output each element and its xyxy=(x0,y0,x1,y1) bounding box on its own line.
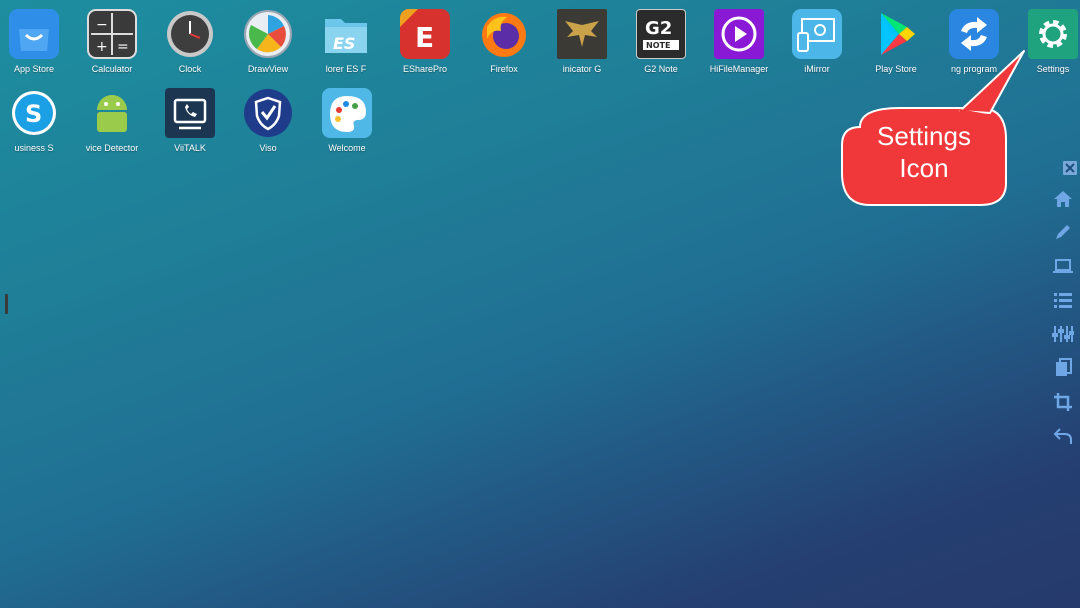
hifilemanager-app[interactable]: HiFileManager xyxy=(700,9,778,74)
settings-app[interactable]: Settings xyxy=(1014,9,1080,74)
android-icon xyxy=(87,88,137,138)
viitalk-app[interactable]: ViiTALK xyxy=(151,88,229,153)
gear-icon xyxy=(1028,9,1078,59)
viso-app[interactable]: Viso xyxy=(229,88,307,153)
equalizer-icon[interactable] xyxy=(1050,321,1076,347)
firefox-icon xyxy=(479,9,529,59)
app-label: Calculator xyxy=(91,64,133,74)
sync-arrows-icon xyxy=(949,9,999,59)
app-label: DrawView xyxy=(247,64,289,74)
app-label: HiFileManager xyxy=(709,64,769,74)
app-label: App Store xyxy=(13,64,55,74)
app-label: Firefox xyxy=(490,64,518,74)
g2-note-icon: G2 NOTE xyxy=(636,9,686,59)
communicator-app[interactable]: inicator G xyxy=(543,9,621,74)
es-explorer-app[interactable]: ES lorer ES F xyxy=(307,9,385,74)
phoenix-icon xyxy=(557,9,607,59)
esharepro-app[interactable]: E ESharePro xyxy=(386,9,464,74)
svg-text:−: − xyxy=(96,17,108,33)
skype-business-app[interactable]: S usiness S xyxy=(0,88,73,153)
eshare-icon: E xyxy=(400,9,450,59)
svg-text:G2: G2 xyxy=(645,18,672,39)
svg-text:ES: ES xyxy=(333,34,355,53)
clock-icon xyxy=(165,9,215,59)
app-store-app[interactable]: App Store xyxy=(0,9,73,74)
edge-drag-handle[interactable] xyxy=(5,294,8,314)
callout-line-1: Settings xyxy=(877,121,971,151)
play-circle-icon xyxy=(714,9,764,59)
app-label: Viso xyxy=(259,143,277,153)
welcome-app[interactable]: Welcome xyxy=(308,88,386,153)
app-label: G2 Note xyxy=(644,64,678,74)
svg-text:NOTE: NOTE xyxy=(646,41,670,50)
svg-text:+: + xyxy=(96,39,108,55)
paint-palette-icon xyxy=(322,88,372,138)
skype-icon: S xyxy=(9,88,59,138)
clock-app[interactable]: Clock xyxy=(151,9,229,74)
settings-callout: Settings Icon xyxy=(840,50,1025,206)
palette-wheel-icon xyxy=(243,9,293,59)
drawview-app[interactable]: DrawView xyxy=(229,9,307,74)
close-icon[interactable] xyxy=(1060,158,1080,178)
calculator-app[interactable]: − = + Calculator xyxy=(73,9,151,74)
app-label: Settings xyxy=(1036,64,1070,74)
home-icon[interactable] xyxy=(1050,186,1076,212)
list-icon[interactable] xyxy=(1050,287,1076,313)
calculator-icon: − = + xyxy=(87,9,137,59)
app-label: Clock xyxy=(178,64,202,74)
app-label: usiness S xyxy=(14,143,54,153)
undo-icon[interactable] xyxy=(1050,423,1076,449)
shield-check-icon xyxy=(243,88,293,138)
folder-es-icon: ES xyxy=(321,9,371,59)
app-label: vice Detector xyxy=(85,143,139,153)
app-label: ViiTALK xyxy=(174,143,206,153)
app-label: Welcome xyxy=(328,143,366,153)
play-store-icon xyxy=(871,9,921,59)
app-label: inicator G xyxy=(562,64,602,74)
svg-text:S: S xyxy=(25,100,42,128)
laptop-icon[interactable] xyxy=(1050,253,1076,279)
screen-mirror-icon xyxy=(792,9,842,59)
svg-text:E: E xyxy=(415,21,434,54)
callout-line-2: Icon xyxy=(899,153,949,183)
g2-note-app[interactable]: G2 NOTE G2 Note xyxy=(622,9,700,74)
video-call-icon xyxy=(165,88,215,138)
copy-icon[interactable] xyxy=(1050,355,1076,381)
app-label: ESharePro xyxy=(402,64,448,74)
device-detector-app[interactable]: vice Detector xyxy=(73,88,151,153)
app-label: lorer ES F xyxy=(325,64,367,74)
firefox-app[interactable]: Firefox xyxy=(465,9,543,74)
crop-icon[interactable] xyxy=(1050,389,1076,415)
shopping-bag-icon xyxy=(9,9,59,59)
svg-text:=: = xyxy=(117,39,129,55)
pen-icon[interactable] xyxy=(1050,219,1076,245)
